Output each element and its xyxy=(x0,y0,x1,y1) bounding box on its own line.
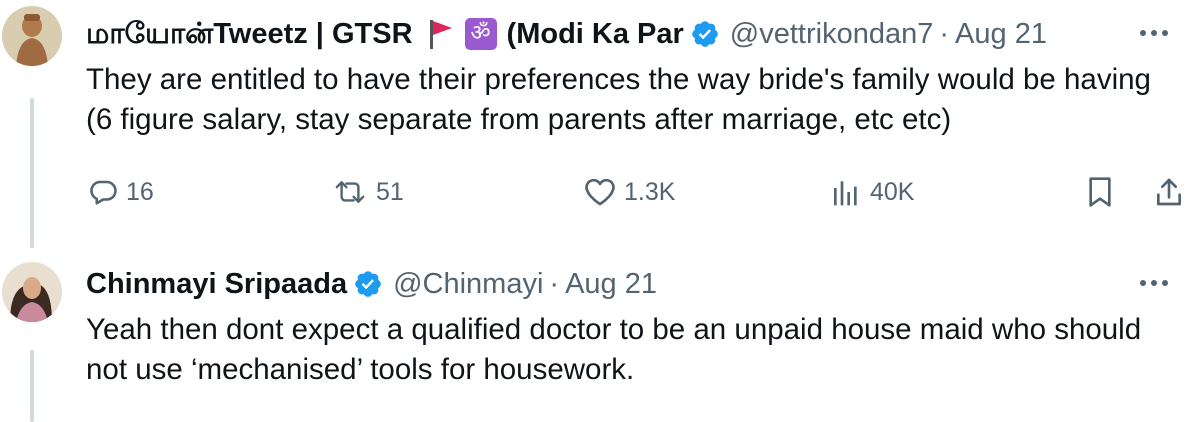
separator: · xyxy=(939,18,950,50)
tweet-text: They are entitled to have their preferen… xyxy=(86,63,1151,136)
more-options-icon[interactable] xyxy=(1134,268,1174,298)
tweet-text: Yeah then dont expect a qualified doctor… xyxy=(86,313,1142,386)
tweet-header: மாயோன்Tweetz | GTSR ॐ (Modi Ka Par @vett… xyxy=(86,14,1116,54)
bookmark-icon xyxy=(1086,176,1114,208)
timestamp[interactable]: Aug 21 xyxy=(565,264,657,304)
tweet-header: Chinmayi Sripaada @Chinmayi · Aug 21 xyxy=(86,264,1116,304)
bookmark-button[interactable] xyxy=(1086,168,1114,216)
view-count: 40K xyxy=(870,177,915,206)
views-button[interactable]: 40K xyxy=(830,168,914,216)
heart-icon xyxy=(584,177,616,207)
separator: · xyxy=(549,268,560,300)
repost-button[interactable]: 51 xyxy=(332,168,404,216)
om-symbol: ॐ xyxy=(470,21,491,46)
verified-badge-icon xyxy=(690,19,720,49)
like-count: 1.3K xyxy=(624,177,676,206)
more-options-icon[interactable] xyxy=(1134,18,1174,48)
action-bar: 16 51 1.3K 40K xyxy=(86,168,1186,216)
display-name[interactable]: Chinmayi Sripaada xyxy=(86,264,347,304)
handle[interactable]: @Chinmayi xyxy=(393,264,543,304)
reply-icon xyxy=(88,177,118,207)
analytics-icon xyxy=(830,177,862,207)
reply-count: 16 xyxy=(126,177,154,206)
repost-icon xyxy=(332,177,368,207)
display-name[interactable]: மாயோன்Tweetz | GTSR xyxy=(86,14,413,54)
om-icon: ॐ xyxy=(464,18,497,50)
handle[interactable]: @vettrikondan7 xyxy=(730,14,934,54)
verified-badge-icon xyxy=(353,269,383,299)
avatar[interactable] xyxy=(2,6,62,66)
thread-line xyxy=(30,98,34,248)
timestamp[interactable]: Aug 21 xyxy=(955,14,1047,54)
thread-line xyxy=(30,350,34,422)
share-icon xyxy=(1154,176,1184,208)
repost-count: 51 xyxy=(376,177,404,206)
display-name-suffix[interactable]: (Modi Ka Par xyxy=(507,14,684,54)
flag-icon xyxy=(427,17,455,51)
avatar[interactable] xyxy=(2,262,62,322)
share-button[interactable] xyxy=(1154,168,1184,216)
reply-button[interactable]: 16 xyxy=(88,168,154,216)
like-button[interactable]: 1.3K xyxy=(584,168,675,216)
